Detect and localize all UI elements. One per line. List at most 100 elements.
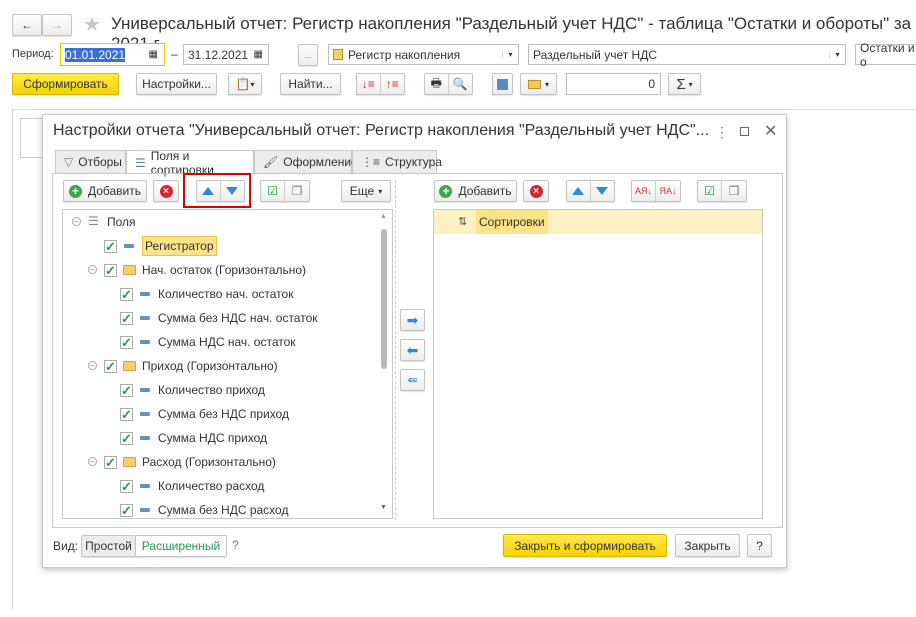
check-all-button[interactable]: ☑ [698,181,723,201]
save-button[interactable] [492,73,513,95]
check-all-button[interactable]: ☑ [261,181,286,201]
uncheck-all-button[interactable]: ❐ [285,181,309,201]
move-up-button[interactable] [567,181,591,201]
help-button[interactable]: ? [747,534,772,557]
register-select[interactable]: Раздельный учет НДС ▾ [528,44,846,65]
tree-row[interactable]: − ✓ Приход (Горизонтально) [63,356,381,376]
tree-row[interactable]: ✓ Сумма без НДС нач. остаток [63,308,381,328]
email-button[interactable]: ▾ [520,73,557,95]
calendar-icon[interactable]: ▦ [254,49,263,60]
close-icon[interactable]: ✕ [764,121,777,141]
print-buttons[interactable]: 🖶 🔍 [424,73,473,95]
tree-row[interactable]: − ☰ Поля [63,212,381,232]
date-to-field[interactable]: 31.12.2021 ▦ [183,44,269,65]
right-check-buttons[interactable]: ☑ ❐ [697,180,747,202]
move-right-button[interactable]: ➡ [400,309,425,331]
view-extended-button[interactable]: Расширенный [135,535,227,557]
checkbox[interactable]: ✓ [104,264,117,277]
checkbox[interactable]: ✓ [120,384,133,397]
tree-scrollbar[interactable] [381,229,387,369]
checkbox[interactable]: ✓ [120,336,133,349]
sorting-tree[interactable]: ⇅ Сортировки [433,209,763,519]
tab-fields-sorting[interactable]: ☰ Поля и сортировки [126,149,254,177]
fields-tree[interactable]: − ☰ Поля ✓ Регистратор − ✓ Нач. остаток (Горизо… [62,209,393,519]
tree-row[interactable]: ✓ Количество расход [63,476,381,496]
view-help-link[interactable]: ? [232,538,239,552]
tree-row[interactable]: − ✓ Расход (Горизонтально) [63,452,381,472]
left-add-button[interactable]: + Добавить [63,180,147,202]
back-button[interactable]: ← [12,14,42,36]
left-more-button[interactable]: Еще ▾ [341,180,391,202]
view-simple-button[interactable]: Простой [81,535,136,557]
close-button[interactable]: Закрыть [675,534,740,557]
uncheck-all-button[interactable]: ❐ [722,181,746,201]
left-move-buttons[interactable] [196,180,245,202]
right-delete-button[interactable]: × [523,180,549,202]
right-add-button[interactable]: + Добавить [434,180,517,202]
move-down-button[interactable] [591,181,614,201]
dropdown-icon[interactable]: ▾ [502,50,518,59]
tree-row[interactable]: ✓ Регистратор [63,236,381,256]
generate-button[interactable]: Сформировать [12,73,119,95]
sort-descending-icon[interactable]: ЯА↓ [656,181,680,201]
move-left-button[interactable]: ⬅ [400,339,425,361]
calendar-icon[interactable]: ▦ [149,49,158,60]
sorting-root-row[interactable]: ⇅ Сортировки [434,210,762,234]
tab-structure[interactable]: ⋮≡ Структура [352,150,442,173]
move-all-left-button[interactable]: ⇚ [400,369,425,391]
dropdown-icon[interactable]: ▾ [829,50,845,59]
checkbox[interactable]: ✓ [120,504,133,517]
sort-asc-icon[interactable]: ↑≡ [381,74,404,94]
forward-button[interactable]: → [42,14,72,36]
right-move-buttons[interactable] [566,180,615,202]
maximize-icon[interactable] [740,127,749,136]
checkbox[interactable]: ✓ [104,456,117,469]
print-preview-icon[interactable]: 🔍 [449,74,472,94]
date-from-field[interactable]: 01.01.2021 ▦ [60,43,165,66]
tab-appearance[interactable]: 🖌 Оформление [254,150,358,173]
tab-filters[interactable]: ▽ Отборы [55,150,126,173]
splitter[interactable] [395,180,396,520]
folder-icon [123,361,136,371]
checkbox[interactable]: ✓ [104,240,117,253]
sum-field[interactable]: 0 [566,73,661,95]
sort-buttons[interactable]: ↓≡ ↑≡ [356,73,405,95]
left-check-buttons[interactable]: ☑ ❐ [260,180,310,202]
collapse-icon[interactable]: − [88,361,97,370]
more-actions-icon[interactable]: ⋮ [715,124,729,141]
sort-ascending-icon[interactable]: АЯ↓ [632,181,657,201]
settings-button[interactable]: Настройки... [136,73,217,95]
sum-mode-button[interactable]: Σ ▾ [668,73,701,95]
left-delete-button[interactable]: × [153,180,179,202]
find-button[interactable]: Найти... [280,73,341,95]
move-up-button[interactable] [197,181,221,201]
type-select[interactable]: Регистр накопления ▾ [328,44,519,65]
collapse-icon[interactable]: − [88,265,97,274]
checkbox[interactable]: ✓ [120,408,133,421]
checkbox[interactable]: ✓ [120,432,133,445]
checkbox[interactable]: ✓ [104,360,117,373]
print-icon[interactable]: 🖶 [425,74,449,94]
collapse-icon[interactable]: − [88,457,97,466]
tree-row[interactable]: ✓ Сумма без НДС расход [63,500,381,518]
tree-row[interactable]: ✓ Сумма без НДС приход [63,404,381,424]
checkbox[interactable]: ✓ [120,480,133,493]
scroll-up-icon[interactable]: ▲ [380,213,387,220]
period-more-button[interactable]: ... [298,44,318,66]
checkbox[interactable]: ✓ [120,312,133,325]
tree-row[interactable]: − ✓ Нач. остаток (Горизонтально) [63,260,381,280]
scroll-down-icon[interactable]: ▼ [380,504,387,511]
close-and-generate-button[interactable]: Закрыть и сформировать [503,534,667,557]
star-icon[interactable]: ★ [83,12,101,37]
tree-row[interactable]: ✓ Количество приход [63,380,381,400]
tree-row[interactable]: ✓ Сумма НДС нач. остаток [63,332,381,352]
sort-direction-buttons[interactable]: АЯ↓ ЯА↓ [631,180,681,202]
move-down-button[interactable] [221,181,244,201]
tree-row[interactable]: ✓ Сумма НДС приход [63,428,381,448]
checkbox[interactable]: ✓ [120,288,133,301]
sort-desc-icon[interactable]: ↓≡ [357,74,381,94]
tree-row[interactable]: ✓ Количество нач. остаток [63,284,381,304]
table-select[interactable]: Остатки и о [855,41,916,69]
collapse-icon[interactable]: − [72,217,81,226]
clipboard-button[interactable]: 📋 ▾ [228,73,262,95]
